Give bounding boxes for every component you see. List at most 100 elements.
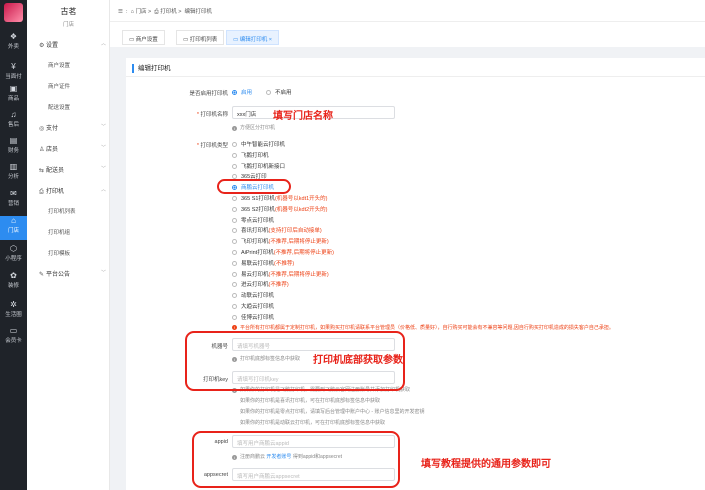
breadcrumb-printer[interactable]: 打印机 (160, 9, 177, 15)
printer-type-option[interactable]: 佳博云打印机 (232, 313, 274, 321)
sidebar-subtitle: 门店 (62, 22, 74, 28)
tab-icon: ▭ (183, 37, 190, 43)
nav-item-finance[interactable]: ▤ 财务 (0, 136, 27, 160)
nav-item-pay[interactable]: ¥ 当面付 (0, 62, 27, 86)
nav-item-label: 生活圈 (5, 312, 22, 318)
printer-type-option[interactable]: 飞印打印机(不推荐,后期将停止更新) (232, 237, 329, 245)
sidebar-item-merchant-settings[interactable]: 商户设置 (48, 61, 70, 69)
printer-type-name: 飞鹅打印机 (241, 152, 269, 159)
nav-item-marketing[interactable]: ✉ 营销 (0, 189, 27, 213)
annotation-printer-bottom: 打印机底部获取参数 (313, 355, 403, 366)
sidebar-group-printer[interactable]: ⎙ 打印机 ︿ (39, 186, 106, 196)
sidebar-group-pay[interactable]: ◎ 支付 ﹀ (39, 123, 106, 132)
nav-item-label: 小程序 (5, 256, 22, 262)
chevron-down-icon: ﹀ (101, 270, 107, 276)
printer-type-name: 易云打印机 (241, 271, 269, 278)
sidebar-item-print-template[interactable]: 打印模板 (48, 249, 70, 257)
nav-item-label: 分析 (7, 174, 19, 180)
sidebar-group-settings[interactable]: ⚙ 设置 ︿ (39, 40, 106, 49)
radio-dot (232, 228, 237, 234)
printer-type-note: (不推荐,后期将停止更新) (273, 250, 334, 256)
close-icon[interactable]: × (269, 37, 272, 43)
printer-type-note: (机器号以kdt2开头的) (274, 206, 328, 213)
printer-type-option[interactable]: 中午智能云打印机 (232, 140, 285, 148)
nav-item-decorate[interactable]: ✿ 装修 (0, 271, 27, 295)
printer-type-option[interactable]: 飞鹅打印机新接口 (232, 162, 285, 170)
printer-type-option[interactable]: 进云打印机(不推荐) (232, 280, 289, 288)
printer-type-option[interactable]: AiPrint打印机(不推荐,后期将停止更新) (232, 248, 334, 256)
radio-dot (232, 196, 237, 201)
printer-type-option[interactable]: 零点云打印机 (232, 216, 274, 224)
radio-dot (232, 271, 237, 277)
radio-dot (232, 260, 237, 266)
annotation-fill-store-name: 填写门店名称 (273, 111, 333, 122)
sidebar-group-delivery[interactable]: ⇆ 配送员 ﹀ (39, 165, 106, 174)
sidebar-item-printer-list[interactable]: 打印机列表 (48, 207, 76, 215)
printer-type-option[interactable]: 365 S2打印机(机器号以kdt2开头的) (232, 205, 328, 213)
breadcrumb-edit-printer: 编辑打印机 (184, 9, 213, 15)
breadcrumb-store[interactable]: 门店 (135, 9, 146, 15)
printer-type-option[interactable]: 飞鹅打印机 (232, 151, 269, 159)
nav-item-label: 装修 (7, 283, 19, 289)
nav-item-analysis[interactable]: ▥ 分析 (0, 162, 27, 186)
nav-item-goods[interactable]: ▣ 商品 (0, 84, 27, 108)
store-avatar[interactable] (4, 3, 23, 22)
tab-printer-list[interactable]: ▭ 打印机列表 (176, 30, 225, 45)
tab-merchant-settings[interactable]: ▭ 商户设置 (122, 30, 165, 45)
printer-name-label: * 打印机名称 (196, 112, 228, 118)
breadcrumb: ☰ : ⌂ 门店 > ⎙ 打印机 > 编辑打印机 (118, 9, 213, 15)
printer-type-name: 喜讯打印机 (241, 228, 269, 235)
printer-type-option[interactable]: 易云打印机(不推荐,后期将停止更新) (232, 270, 329, 278)
radio-dot (232, 90, 237, 95)
collapse-icon[interactable]: ☰ (118, 9, 123, 15)
printer-type-option[interactable]: 易联云打印机(不推荐) (232, 259, 294, 267)
finance-icon: ▤ (9, 136, 18, 145)
decorate-icon: ✿ (10, 271, 17, 280)
printer-type-name: 大趋云打印机 (241, 304, 275, 310)
sidebar-group-label: 支付 (46, 126, 59, 132)
nav-item-label: 当面付 (5, 74, 22, 80)
sidebar-group-clerk[interactable]: ♙ 店员 ﹀ (39, 144, 106, 153)
printer-type-label: * 打印机类型 (196, 143, 228, 149)
nav-item-headset[interactable]: ♫ 售后 (0, 110, 27, 134)
nav-item-ecosystem[interactable]: ✲ 生活圈 (0, 300, 27, 324)
sidebar: 古茗 门店 ⚙ 设置 ︿ 商户设置 商户证件 配送设置 ◎ 支付 ﹀ ♙ 店员 ﹀ ⇆ 配送员… (27, 0, 110, 490)
marketing-icon: ✉ (10, 189, 17, 198)
sidebar-group-label: 店员 (46, 147, 59, 153)
radio-enabled[interactable]: 启用 (232, 88, 252, 96)
radio-label: 启用 (241, 90, 253, 96)
printer-type-option[interactable]: 大趋云打印机 (232, 302, 274, 310)
nav-item-label: 售后 (7, 122, 19, 128)
tab-edit-printer[interactable]: ▭ 编辑打印机 × (226, 30, 279, 45)
printer-type-note: (不推荐,后期将停止更新) (268, 239, 329, 246)
printer-icon: ⎙ (39, 189, 44, 195)
nav-item-member-card[interactable]: ▭ 会员卡 (0, 326, 27, 350)
notice-icon: ✎ (39, 272, 45, 278)
nav-item-takeout[interactable]: ❖ 外卖 (0, 32, 27, 56)
nav-item-store[interactable]: ⌂ 门店 (0, 216, 27, 240)
sidebar-item-merchant-license[interactable]: 商户证件 (48, 82, 70, 90)
nav-item-label: 财务 (7, 148, 19, 154)
radio-dot (232, 293, 237, 299)
takeout-icon: ❖ (9, 32, 18, 41)
sidebar-group-notice[interactable]: ✎ 平台公告 ﹀ (39, 269, 106, 278)
nav-item-label: 会员卡 (5, 338, 22, 344)
printer-type-option[interactable]: 365 S1打印机(机器号以kdt1开头的) (232, 194, 328, 202)
radio-dot (232, 314, 237, 320)
printer-type-option[interactable]: 喜讯打印机(支持打印后自动接单) (232, 226, 322, 234)
printer-type-option[interactable]: 动联云打印机 (232, 291, 274, 299)
sidebar-item-printer-group[interactable]: 打印机组 (48, 228, 70, 236)
section-title: 编辑打印机 (132, 64, 171, 73)
printer-type-name: 佳博云打印机 (241, 314, 275, 321)
nav-item-miniapp[interactable]: ⬡ 小程序 (0, 244, 27, 268)
chevron-down-icon: ﹀ (101, 124, 107, 130)
printer-type-name: 进云打印机 (241, 282, 269, 289)
store-name: 古茗 (60, 7, 77, 16)
radio-disabled[interactable]: 不启用 (266, 88, 292, 96)
chevron-up-icon: ︿ (101, 41, 107, 47)
sidebar-item-delivery-settings[interactable]: 配送设置 (48, 103, 70, 111)
divider (126, 76, 705, 77)
store-icon: ⌂ (11, 216, 16, 225)
printer-icon: ⎙ (154, 9, 159, 15)
radio-dot (232, 239, 237, 245)
